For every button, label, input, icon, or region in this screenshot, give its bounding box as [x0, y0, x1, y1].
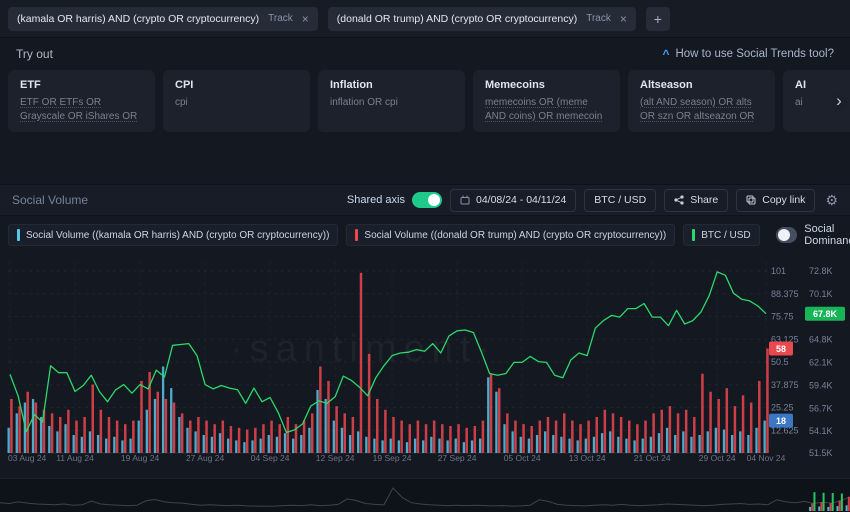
- legend-label: Social Volume ((donald OR trump) AND (cr…: [364, 230, 666, 241]
- toggle-knob: [778, 229, 790, 241]
- svg-text:72.8K: 72.8K: [809, 266, 833, 276]
- chart-legend: Social Volume ((kamala OR harris) AND (c…: [8, 222, 842, 248]
- svg-text:88.375: 88.375: [771, 289, 799, 299]
- svg-text:04 Sep 24: 04 Sep 24: [251, 453, 290, 463]
- svg-text:56.7K: 56.7K: [809, 404, 833, 414]
- shared-axis-toggle[interactable]: [412, 192, 442, 208]
- tryout-header: Try out ^ How to use Social Trends tool?: [0, 40, 850, 68]
- tryout-card-altseason[interactable]: Altseason (alt AND season) OR alts OR sz…: [628, 70, 775, 132]
- chart-title: Social Volume: [12, 193, 88, 207]
- navigator-canvas[interactable]: [0, 479, 850, 512]
- add-query-button[interactable]: +: [646, 7, 670, 31]
- card-title: Memecoins: [485, 79, 608, 91]
- svg-text:75.75: 75.75: [771, 312, 794, 322]
- chevron-up-icon: ^: [662, 47, 669, 61]
- track-button[interactable]: Track: [586, 13, 611, 24]
- copy-link-button[interactable]: Copy link: [736, 189, 815, 212]
- share-button[interactable]: Share: [664, 189, 728, 212]
- svg-text:25.25: 25.25: [771, 403, 794, 413]
- card-query: (alt AND season) OR alts OR szn OR altse…: [640, 96, 763, 124]
- social-dominance-toggle[interactable]: [776, 227, 798, 243]
- query-text: (donald OR trump) AND (crypto OR cryptoc…: [337, 13, 577, 25]
- svg-text:19 Sep 24: 19 Sep 24: [373, 453, 412, 463]
- tryout-cards: ETF ETF OR ETFs OR Grayscale OR iShares …: [8, 70, 850, 134]
- svg-text:18: 18: [776, 416, 786, 426]
- svg-text:50.5: 50.5: [771, 357, 789, 367]
- query-chip-kamala[interactable]: (kamala OR harris) AND (crypto OR crypto…: [8, 7, 318, 31]
- svg-text:27 Sep 24: 27 Sep 24: [438, 453, 477, 463]
- svg-text:59.4K: 59.4K: [809, 380, 833, 390]
- tryout-title: Try out: [16, 47, 53, 61]
- svg-text:11 Aug 24: 11 Aug 24: [56, 453, 94, 463]
- chart-toolbar: Social Volume Shared axis 04/08/24 - 04/…: [0, 184, 850, 216]
- legend-label: Social Volume ((kamala OR harris) AND (c…: [26, 230, 329, 241]
- svg-text:19 Aug 24: 19 Aug 24: [121, 453, 160, 463]
- card-title: CPI: [175, 79, 298, 91]
- card-title: Altseason: [640, 79, 763, 91]
- chart-area[interactable]: ·santiment· 10188.37575.7563.12550.537.8…: [0, 248, 850, 464]
- svg-text:05 Oct 24: 05 Oct 24: [504, 453, 541, 463]
- svg-text:64.8K: 64.8K: [809, 334, 833, 344]
- pair-label: BTC / USD: [594, 194, 646, 206]
- range-navigator[interactable]: [0, 478, 850, 512]
- help-link-label: How to use Social Trends tool?: [675, 48, 834, 60]
- date-range-button[interactable]: 04/08/24 - 04/11/24: [450, 189, 576, 212]
- track-button[interactable]: Track: [268, 13, 293, 24]
- card-title: Inflation: [330, 79, 453, 91]
- svg-text:70.1K: 70.1K: [809, 289, 833, 299]
- social-dominance-control: Social Dominance: [776, 223, 850, 247]
- help-link[interactable]: ^ How to use Social Trends tool?: [662, 47, 834, 61]
- query-text: (kamala OR harris) AND (crypto OR crypto…: [17, 13, 259, 25]
- close-icon[interactable]: ×: [620, 13, 627, 25]
- card-query: cpi: [175, 96, 298, 110]
- svg-text:51.5K: 51.5K: [809, 448, 833, 458]
- tryout-card-memecoins[interactable]: Memecoins memecoins OR (meme AND coins) …: [473, 70, 620, 132]
- shared-axis-label: Shared axis: [347, 194, 405, 206]
- svg-text:58: 58: [776, 344, 786, 354]
- date-range-label: 04/08/24 - 04/11/24: [476, 194, 566, 206]
- svg-text:37.875: 37.875: [771, 380, 799, 390]
- tryout-card-etf[interactable]: ETF ETF OR ETFs OR Grayscale OR iShares …: [8, 70, 155, 132]
- card-query: ETF OR ETFs OR Grayscale OR iShares OR b…: [20, 96, 143, 124]
- svg-text:101: 101: [771, 266, 786, 276]
- chart-canvas[interactable]: 10188.37575.7563.12550.537.87525.2512.62…: [0, 248, 850, 464]
- svg-text:29 Oct 24: 29 Oct 24: [699, 453, 736, 463]
- card-title: ETF: [20, 79, 143, 91]
- toggle-knob: [428, 194, 440, 206]
- svg-text:62.1K: 62.1K: [809, 357, 833, 367]
- legend-swatch: [692, 229, 695, 241]
- topbar: (kamala OR harris) AND (crypto OR crypto…: [0, 0, 850, 38]
- legend-item-kamala[interactable]: Social Volume ((kamala OR harris) AND (c…: [8, 224, 338, 246]
- svg-text:04 Nov 24: 04 Nov 24: [747, 453, 786, 463]
- svg-text:12 Sep 24: 12 Sep 24: [316, 453, 355, 463]
- copy-link-label: Copy link: [762, 194, 805, 206]
- svg-text:03 Aug 24: 03 Aug 24: [8, 453, 47, 463]
- social-dominance-label: Social Dominance: [804, 223, 850, 247]
- share-icon: [674, 195, 684, 205]
- legend-label: BTC / USD: [701, 230, 750, 241]
- legend-item-btc[interactable]: BTC / USD: [683, 224, 759, 246]
- settings-gear-icon[interactable]: ⚙: [825, 192, 838, 209]
- share-label: Share: [690, 194, 718, 206]
- query-chip-trump[interactable]: (donald OR trump) AND (crypto OR cryptoc…: [328, 7, 636, 31]
- svg-text:27 Aug 24: 27 Aug 24: [186, 453, 225, 463]
- svg-text:21 Oct 24: 21 Oct 24: [634, 453, 671, 463]
- tryout-card-cpi[interactable]: CPI cpi: [163, 70, 310, 132]
- svg-text:67.8K: 67.8K: [813, 309, 838, 319]
- legend-swatch: [355, 229, 358, 241]
- shared-axis-control: Shared axis: [347, 192, 442, 208]
- chevron-right-icon[interactable]: ›: [830, 88, 848, 114]
- tryout-card-inflation[interactable]: Inflation inflation OR cpi: [318, 70, 465, 132]
- legend-item-trump[interactable]: Social Volume ((donald OR trump) AND (cr…: [346, 224, 675, 246]
- svg-text:13 Oct 24: 13 Oct 24: [569, 453, 606, 463]
- pair-selector-button[interactable]: BTC / USD: [584, 189, 656, 212]
- legend-swatch: [17, 229, 20, 241]
- copy-icon: [746, 195, 756, 205]
- svg-text:54.1K: 54.1K: [809, 426, 833, 436]
- card-query: memecoins OR (meme AND coins) OR memecoi…: [485, 96, 608, 124]
- close-icon[interactable]: ×: [302, 13, 309, 25]
- card-query: inflation OR cpi: [330, 96, 453, 110]
- calendar-icon: [460, 195, 470, 205]
